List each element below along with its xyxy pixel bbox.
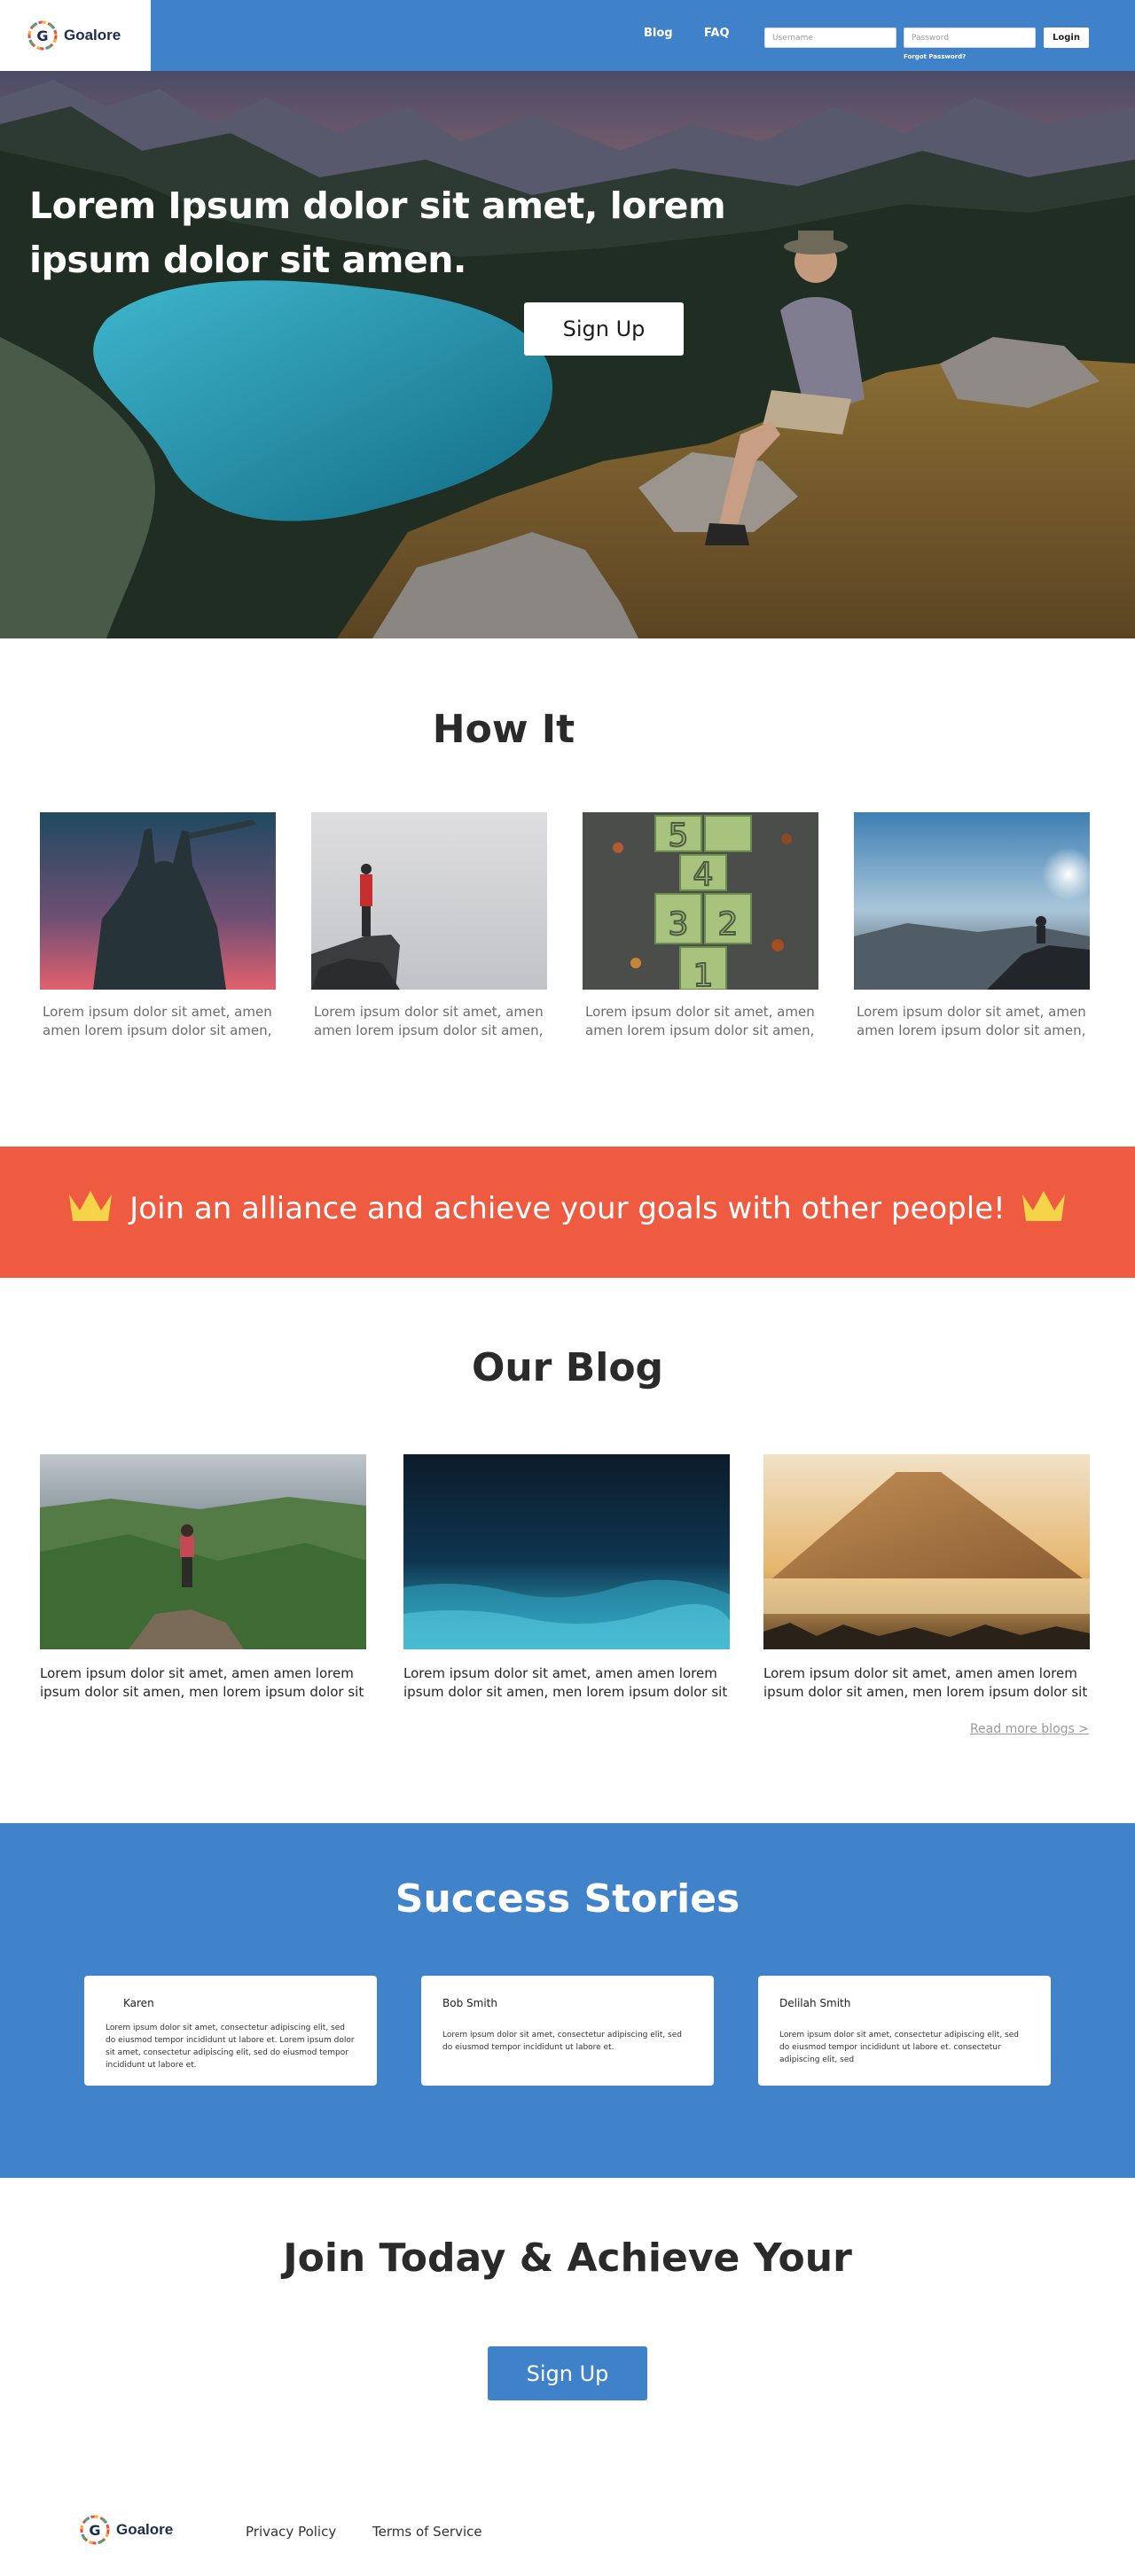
password-input[interactable]: [904, 27, 1036, 48]
terms-of-service-link[interactable]: Terms of Service: [372, 2524, 482, 2540]
join-signup-button[interactable]: Sign Up: [488, 2346, 647, 2400]
hero-title: Lorem Ipsum dolor sit amet, lorem ipsum …: [29, 184, 726, 281]
story-author: Karen: [123, 1997, 154, 2009]
how-card-image: [854, 812, 1090, 990]
svg-text:G: G: [36, 27, 48, 44]
username-input[interactable]: [764, 27, 896, 48]
nav-blog-link[interactable]: Blog: [644, 27, 673, 40]
how-it-title: How It: [432, 707, 575, 752]
story-text: Lorem ipsum dolor sit amet, consectetur …: [779, 2031, 1019, 2064]
blog-post-card[interactable]: Lorem ipsum dolor sit amet, amen amen lo…: [763, 1454, 1090, 1702]
banner-text: Join an alliance and achieve your goals …: [129, 1191, 1006, 1226]
svg-text:4: 4: [693, 857, 714, 893]
blog-post-image: [763, 1454, 1090, 1649]
forgot-password-link[interactable]: Forgot Password?: [904, 53, 966, 60]
blog-post-text: Lorem ipsum dolor sit amet, amen amen lo…: [403, 1665, 728, 1700]
alliance-banner: Join an alliance and achieve your goals …: [0, 1147, 1135, 1278]
story-text: Lorem ipsum dolor sit amet, consectetur …: [442, 2031, 682, 2052]
how-card-image: 54 321: [583, 812, 818, 990]
how-card-text: Lorem ipsum dolor sit amet, amen amen lo…: [43, 1004, 272, 1038]
blog-post-image: [403, 1454, 730, 1649]
how-card: 54 321 Lorem ipsum dolor sit amet, amen …: [583, 812, 818, 1040]
hero-section: Lorem Ipsum dolor sit amet, lorem ipsum …: [0, 71, 1135, 638]
goalore-logo-icon: G: [80, 2515, 110, 2545]
privacy-policy-link[interactable]: Privacy Policy: [246, 2524, 336, 2540]
crown-icon: [1022, 1191, 1065, 1221]
story-card: Delilah Smith Lorem ipsum dolor sit amet…: [758, 1976, 1051, 2086]
footer-brand-name: Goalore: [116, 2521, 174, 2538]
success-stories-title: Success Stories: [395, 1876, 740, 1922]
story-card: Karen Lorem ipsum dolor sit amet, consec…: [84, 1976, 377, 2086]
site-header: G Goalore Blog FAQ Login Forgot Password…: [0, 0, 1135, 71]
blog-post-text: Lorem ipsum dolor sit amet, amen amen lo…: [40, 1665, 364, 1700]
svg-text:5: 5: [669, 818, 689, 854]
blog-post-card[interactable]: Lorem ipsum dolor sit amet, amen amen lo…: [40, 1454, 366, 1702]
success-stories-section: Success Stories Karen Lorem ipsum dolor …: [0, 1823, 1135, 2178]
footer-brand-logo[interactable]: G Goalore: [79, 2514, 173, 2546]
story-text: Lorem ipsum dolor sit amet, consectetur …: [106, 2024, 355, 2070]
brand-logo[interactable]: G Goalore: [0, 0, 151, 71]
svg-text:G: G: [89, 2522, 100, 2539]
goalore-logo-icon: G: [27, 20, 58, 51]
svg-text:1: 1: [693, 958, 714, 990]
join-title: Join Today & Achieve Your: [283, 2235, 852, 2281]
svg-text:3: 3: [669, 906, 689, 943]
how-card-image: [311, 812, 547, 990]
login-button[interactable]: Login: [1044, 27, 1089, 48]
blog-post-card[interactable]: Lorem ipsum dolor sit amet, amen amen lo…: [403, 1454, 730, 1702]
blog-post-image: [40, 1454, 366, 1649]
story-card: Bob Smith Lorem ipsum dolor sit amet, co…: [421, 1976, 714, 2086]
how-card: Lorem ipsum dolor sit amet, amen amen lo…: [40, 812, 276, 1040]
how-card-text: Lorem ipsum dolor sit amet, amen amen lo…: [585, 1004, 815, 1038]
nav-faq-link[interactable]: FAQ: [704, 27, 730, 40]
how-card-text: Lorem ipsum dolor sit amet, amen amen lo…: [857, 1004, 1086, 1038]
blog-title: Our Blog: [471, 1345, 664, 1390]
story-author: Bob Smith: [442, 1997, 497, 2009]
how-card-image: [40, 812, 276, 990]
how-card-text: Lorem ipsum dolor sit amet, amen amen lo…: [314, 1004, 544, 1038]
hero-signup-button[interactable]: Sign Up: [524, 302, 684, 356]
read-more-blogs-link[interactable]: Read more blogs >: [970, 1722, 1089, 1736]
how-card: Lorem ipsum dolor sit amet, amen amen lo…: [854, 812, 1090, 1040]
brand-name: Goalore: [64, 27, 121, 43]
how-card: Lorem ipsum dolor sit amet, amen amen lo…: [311, 812, 547, 1040]
story-author: Delilah Smith: [779, 1997, 851, 2009]
blog-post-text: Lorem ipsum dolor sit amet, amen amen lo…: [763, 1665, 1088, 1700]
svg-text:2: 2: [718, 906, 739, 943]
